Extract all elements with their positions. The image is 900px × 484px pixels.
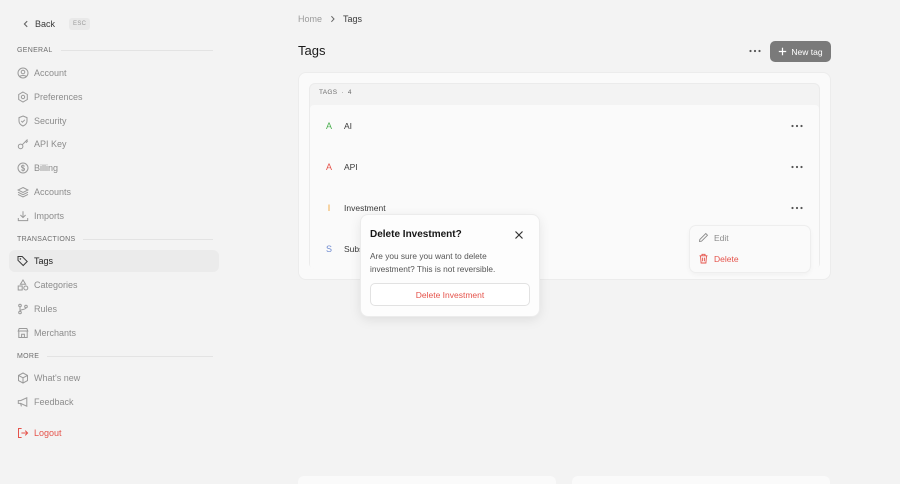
tag-row: A AI xyxy=(310,105,819,146)
megaphone-icon xyxy=(17,397,28,407)
nav-item-tags[interactable]: Tags xyxy=(9,250,219,272)
section-general-label: GENERAL xyxy=(17,47,53,54)
nav-item-label: Account xyxy=(34,68,67,78)
settings-sidebar: Back ESC GENERAL Account Preferences Sec… xyxy=(0,0,232,484)
logout-icon xyxy=(18,428,29,438)
page-title: Tags xyxy=(298,43,326,58)
delete-label: Delete xyxy=(714,253,739,264)
breadcrumb-home[interactable]: Home xyxy=(298,14,322,24)
tags-header: TAGS · 4 xyxy=(319,89,352,96)
nav-item-label: Tags xyxy=(34,256,54,266)
divider xyxy=(60,50,213,51)
dialog-message: Are you sure you want to delete investme… xyxy=(370,251,496,274)
store-icon xyxy=(17,328,29,338)
edit-menu-item[interactable]: Edit xyxy=(698,232,729,243)
nav-item-api-key[interactable]: API Key xyxy=(9,133,219,155)
key-icon xyxy=(17,139,29,150)
nav-item-label: Preferences xyxy=(34,92,83,102)
shield-icon xyxy=(18,115,28,127)
nav-item-label: Accounts xyxy=(34,187,72,197)
tags-icon xyxy=(17,256,28,267)
section-more-label: MORE xyxy=(17,353,40,360)
tag-avatar: I xyxy=(327,202,331,213)
tag-avatar: S xyxy=(325,243,332,254)
nav-item-feedback[interactable]: Feedback xyxy=(9,391,219,413)
pencil-icon xyxy=(698,232,709,243)
tags-count: 4 xyxy=(347,89,352,96)
section-transactions-label: TRANSACTIONS xyxy=(17,236,76,243)
delete-confirm-dialog: Delete Investment? Are you sure you want… xyxy=(361,215,539,316)
nav-item-label: Imports xyxy=(34,211,65,221)
layers-icon xyxy=(17,186,29,198)
download-icon xyxy=(17,211,29,222)
nav-item-categories[interactable]: Categories xyxy=(9,274,219,296)
more-horizontal-icon[interactable] xyxy=(789,203,805,213)
git-branch-icon xyxy=(18,303,28,315)
tags-header-separator: · xyxy=(341,89,344,96)
dialog-title: Delete Investment? xyxy=(370,229,462,240)
section-transactions: TRANSACTIONS xyxy=(17,236,213,243)
nav-item-label: Categories xyxy=(34,280,78,290)
box-icon xyxy=(18,372,28,384)
nav-item-label: API Key xyxy=(34,139,67,149)
settings-icon xyxy=(18,91,28,103)
nav-item-accounts[interactable]: Accounts xyxy=(9,181,219,203)
nav-item-whats-new[interactable]: What's new xyxy=(9,367,219,389)
more-horizontal-icon[interactable] xyxy=(747,45,763,57)
back-label: Back xyxy=(35,19,56,29)
nav-item-preferences[interactable]: Preferences xyxy=(9,86,219,108)
plus-icon xyxy=(779,47,787,56)
tag-name: API xyxy=(344,161,358,172)
nav-item-label: Security xyxy=(34,116,67,126)
back-button[interactable]: Back xyxy=(22,19,55,29)
section-more: MORE xyxy=(17,353,213,360)
nav-item-account[interactable]: Account xyxy=(9,62,219,84)
shapes-icon xyxy=(17,279,29,291)
tag-name: Investment xyxy=(344,202,386,213)
nav-item-label: Rules xyxy=(34,304,58,314)
delete-menu-item[interactable]: Delete xyxy=(698,253,739,264)
section-general: GENERAL xyxy=(17,47,213,54)
nav-item-merchants[interactable]: Merchants xyxy=(9,322,219,344)
new-tag-button[interactable]: New tag xyxy=(770,41,831,62)
nav-item-label: Billing xyxy=(34,163,59,173)
breadcrumb: Home Tags xyxy=(298,14,362,24)
row-actions-menu: Edit Delete xyxy=(690,226,810,272)
confirm-delete-button[interactable]: Delete Investment xyxy=(370,283,530,306)
dollar-icon xyxy=(17,162,29,174)
nav-item-imports[interactable]: Imports xyxy=(9,205,219,227)
edit-label: Edit xyxy=(714,232,729,243)
logout-button[interactable]: Logout xyxy=(9,422,219,444)
tags-header-label: TAGS xyxy=(319,89,338,96)
divider xyxy=(83,239,213,240)
tag-avatar: A xyxy=(325,161,332,172)
more-horizontal-icon[interactable] xyxy=(789,121,805,131)
bottom-card xyxy=(298,476,556,484)
nav-item-label: Feedback xyxy=(34,397,74,407)
user-circle-icon xyxy=(17,67,29,79)
divider xyxy=(47,356,213,357)
breadcrumb-current: Tags xyxy=(343,14,363,24)
new-tag-label: New tag xyxy=(791,46,823,57)
close-icon[interactable] xyxy=(513,229,525,241)
more-horizontal-icon[interactable] xyxy=(789,162,805,172)
back-row: Back ESC xyxy=(22,16,91,32)
tag-name: AI xyxy=(344,120,353,131)
esc-badge: ESC xyxy=(69,18,91,30)
logout-label: Logout xyxy=(34,428,62,438)
nav-item-security[interactable]: Security xyxy=(9,110,219,132)
bottom-card xyxy=(572,476,830,484)
nav-item-rules[interactable]: Rules xyxy=(9,298,219,320)
nav-item-billing[interactable]: Billing xyxy=(9,157,219,179)
nav-item-label: Merchants xyxy=(34,328,77,338)
trash-icon xyxy=(699,253,708,264)
chevron-left-icon xyxy=(23,20,28,28)
tag-avatar: A xyxy=(325,120,332,131)
tag-row: A API xyxy=(310,146,819,187)
chevron-right-icon xyxy=(331,15,335,23)
nav-item-label: What's new xyxy=(34,373,81,383)
